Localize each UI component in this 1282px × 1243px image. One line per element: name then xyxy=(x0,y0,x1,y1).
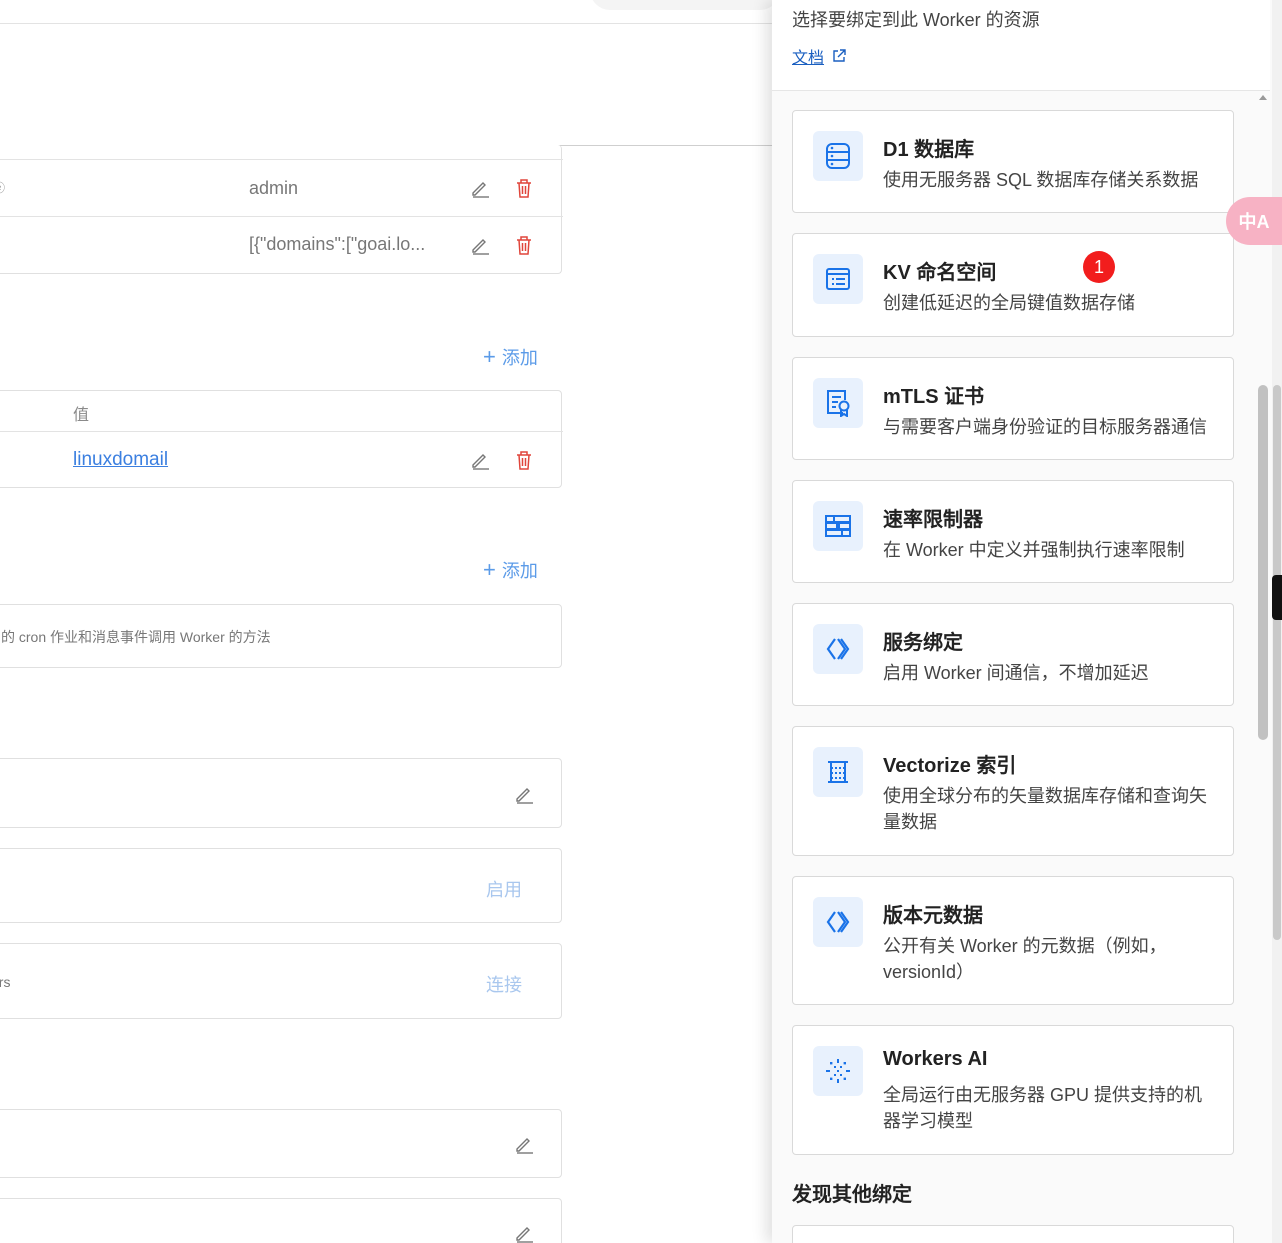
binding-title: Vectorize 索引 xyxy=(883,755,1017,777)
setting-card xyxy=(0,1198,562,1243)
certificate-icon xyxy=(813,378,863,428)
edit-icon[interactable] xyxy=(469,449,491,471)
binding-title: 速率限制器 xyxy=(883,509,983,531)
binding-description: 公开有关 Worker 的元数据（例如，versionId） xyxy=(883,936,1167,982)
table-row: [{"domains":["goai.lo... xyxy=(0,217,563,273)
plus-icon: + xyxy=(483,344,496,369)
binding-title: KV 命名空间 xyxy=(883,262,997,284)
table-row: ⓔ admin xyxy=(0,160,563,216)
trash-icon[interactable] xyxy=(513,234,535,256)
kv-list-icon xyxy=(813,254,863,304)
enable-button[interactable]: 启用 xyxy=(486,876,522,902)
binding-card-mtls[interactable]: mTLS 证书 与需要客户端身份验证的目标服务器通信 xyxy=(792,357,1234,460)
trash-icon[interactable] xyxy=(513,177,535,199)
table-row: linuxdomail xyxy=(0,432,563,488)
version-metadata-icon xyxy=(813,897,863,947)
binding-card-rate-limiter[interactable]: 速率限制器 在 Worker 中定义并强制执行速率限制 xyxy=(792,480,1234,583)
drawer-subtitle: 选择要绑定到此 Worker 的资源 xyxy=(792,10,1040,30)
database-icon xyxy=(813,131,863,181)
row-value: [{"domains":["goai.lo... xyxy=(249,234,426,254)
main-panel: ⓔ admin [{"domains":["goai.lo... + 添加 值 xyxy=(0,0,772,1243)
kv-namespace-link[interactable]: linuxdomail xyxy=(73,449,168,471)
edit-icon[interactable] xyxy=(469,234,491,256)
binding-title: D1 数据库 xyxy=(883,139,975,161)
binding-description: 在 Worker 中定义并强制执行速率限制 xyxy=(883,540,1185,560)
column-header-value: 值 xyxy=(73,407,90,424)
row-value: admin xyxy=(249,178,299,198)
setting-card xyxy=(0,1109,562,1178)
binding-description: 全局运行由无服务器 GPU 提供支持的机器学习模型 xyxy=(883,1085,1203,1131)
binding-card-d1[interactable]: D1 数据库 使用无服务器 SQL 数据库存储关系数据 xyxy=(792,110,1234,213)
binding-title: 版本元数据 xyxy=(883,905,983,927)
binding-card-kv[interactable]: KV 命名空间 创建低延迟的全局键值数据存储 1 xyxy=(792,233,1234,337)
binding-card[interactable] xyxy=(792,1225,1234,1243)
plus-icon: + xyxy=(483,557,496,582)
binding-title: Workers AI xyxy=(883,1048,988,1070)
add-binding-drawer: 选择要绑定到此 Worker 的资源 文档 D1 数据库 使用无服务器 SQL … xyxy=(772,0,1282,1243)
docs-link-label: 文档 xyxy=(792,50,825,67)
edit-icon[interactable] xyxy=(469,177,491,199)
connect-button[interactable]: 连接 xyxy=(486,971,522,997)
binding-description: 使用全球分布的矢量数据库存储和查询矢量数据 xyxy=(883,786,1207,832)
kv-bindings-table: 值 linuxdomail xyxy=(0,390,563,488)
translate-icon: 中A xyxy=(1238,212,1270,232)
env-vars-table: ⓔ admin [{"domains":["goai.lo... xyxy=(0,145,563,274)
external-link-icon xyxy=(833,49,846,62)
binding-description: 使用无服务器 SQL 数据库存储关系数据 xyxy=(883,170,1199,190)
top-search-bar-edge xyxy=(590,0,772,10)
service-binding-icon xyxy=(813,624,863,674)
binding-card-vectorize[interactable]: Vectorize 索引 使用全球分布的矢量数据库存储和查询矢量数据 xyxy=(792,726,1234,856)
edit-icon[interactable] xyxy=(513,1133,535,1155)
drawer-scrollbar-thumb[interactable] xyxy=(1258,385,1268,740)
vectorize-icon xyxy=(813,747,863,797)
add-button[interactable]: + 添加 xyxy=(483,557,538,583)
binding-title: mTLS 证书 xyxy=(883,386,985,408)
docs-link[interactable]: 文档 xyxy=(792,44,846,68)
binding-title: 服务绑定 xyxy=(883,632,963,654)
step-badge: 1 xyxy=(1083,251,1115,283)
binding-card-service[interactable]: 服务绑定 启用 Worker 间通信，不增加延迟 xyxy=(792,603,1234,706)
setting-description: ers xyxy=(0,974,11,990)
trigger-description: 的 cron 作业和消息事件调用 Worker 的方法 xyxy=(1,629,271,645)
divider xyxy=(0,23,772,24)
binding-card-version-metadata[interactable]: 版本元数据 公开有关 Worker 的元数据（例如，versionId） xyxy=(792,876,1234,1005)
add-button[interactable]: + 添加 xyxy=(483,344,538,370)
page-scrollbar-thumb[interactable] xyxy=(1273,385,1281,940)
row-name: ⓔ xyxy=(0,179,5,196)
add-label: 添加 xyxy=(501,348,538,368)
binding-card-workers-ai[interactable]: Workers AI 全局运行由无服务器 GPU 提供支持的机器学习模型 xyxy=(792,1025,1234,1155)
scroll-up-arrow[interactable] xyxy=(1259,95,1267,100)
setting-card xyxy=(0,758,562,828)
setting-card: ers 连接 xyxy=(0,943,562,1019)
workers-ai-icon xyxy=(813,1046,863,1096)
drawer-header: 选择要绑定到此 Worker 的资源 文档 xyxy=(772,0,1270,91)
binding-description: 创建低延迟的全局键值数据存储 xyxy=(883,293,1135,313)
rate-limiter-icon xyxy=(813,501,863,551)
binding-description: 与需要客户端身份验证的目标服务器通信 xyxy=(883,417,1207,437)
edit-icon[interactable] xyxy=(513,1222,535,1243)
translate-button[interactable]: 中A xyxy=(1226,197,1282,245)
setting-card: 启用 xyxy=(0,848,562,923)
binding-description: 启用 Worker 间通信，不增加延迟 xyxy=(883,663,1149,683)
edit-icon[interactable] xyxy=(513,783,535,805)
side-widget-edge xyxy=(1272,575,1282,620)
trigger-card: 的 cron 作业和消息事件调用 Worker 的方法 xyxy=(0,604,562,668)
add-label: 添加 xyxy=(501,561,538,581)
trash-icon[interactable] xyxy=(513,449,535,471)
discover-heading: 发现其他绑定 xyxy=(792,1184,912,1206)
